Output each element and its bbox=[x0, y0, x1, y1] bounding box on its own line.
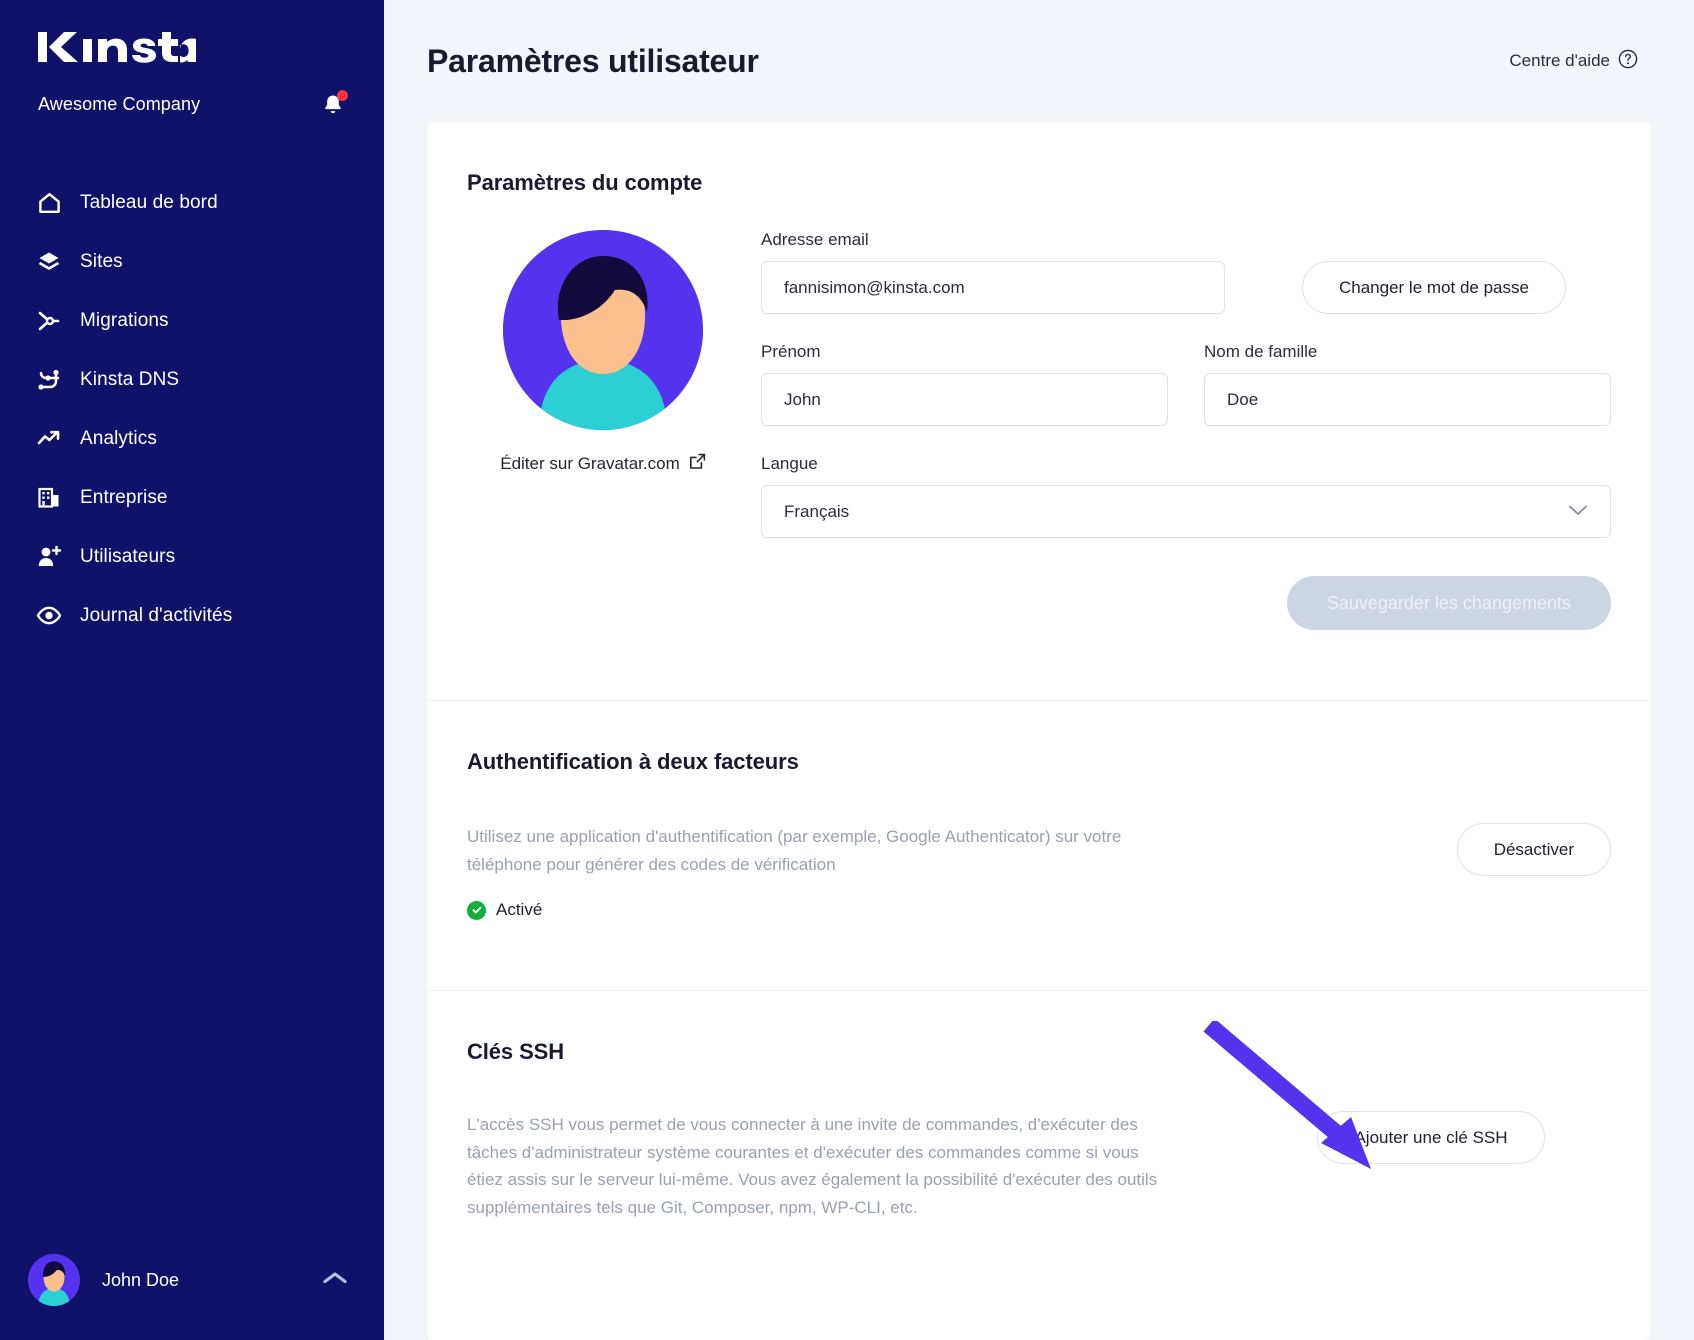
avatar bbox=[28, 1254, 80, 1306]
user-plus-icon bbox=[32, 545, 66, 568]
trend-up-icon bbox=[32, 429, 66, 449]
two-factor-status: Activé bbox=[467, 900, 1167, 920]
lastname-input[interactable]: Doe bbox=[1204, 373, 1611, 426]
sidebar: Awesome Company Tableau de bord Sites Mi… bbox=[0, 0, 384, 1340]
app-root: Awesome Company Tableau de bord Sites Mi… bbox=[0, 0, 1694, 1340]
sidebar-item-journal-activites[interactable]: Journal d'activités bbox=[0, 586, 384, 645]
notifications-button[interactable] bbox=[320, 90, 348, 117]
language-field-group: Langue Français bbox=[761, 454, 1611, 538]
ssh-keys-description: L'accès SSH vous permet de vous connecte… bbox=[467, 1115, 1158, 1217]
ssh-keys-title: Clés SSH bbox=[467, 1039, 565, 1065]
external-link-icon bbox=[689, 453, 706, 475]
ssh-keys-body: L'accès SSH vous permet de vous connecte… bbox=[467, 1021, 1611, 1221]
sidebar-item-migrations[interactable]: Migrations bbox=[0, 291, 384, 350]
language-select[interactable]: Français bbox=[761, 485, 1611, 538]
account-settings-section: Paramètres du compte Éditer sur Gravatar… bbox=[427, 122, 1651, 690]
email-row: Adresse email fannisimon@kinsta.com Chan… bbox=[761, 230, 1611, 314]
sidebar-item-label: Entreprise bbox=[80, 486, 168, 508]
page-title: Paramètres utilisateur bbox=[427, 42, 759, 79]
email-field-group: Adresse email fannisimon@kinsta.com bbox=[761, 230, 1225, 314]
question-circle-icon bbox=[1618, 49, 1638, 74]
firstname-label: Prénom bbox=[761, 342, 821, 361]
sidebar-user-menu[interactable]: John Doe bbox=[0, 1220, 384, 1340]
home-icon bbox=[32, 192, 66, 214]
chevron-down-icon bbox=[1568, 502, 1588, 522]
check-circle-icon bbox=[467, 900, 486, 920]
firstname-field-group: Prénom John bbox=[761, 342, 1168, 426]
add-ssh-key-button[interactable]: Ajouter une clé SSH bbox=[1317, 1111, 1545, 1165]
two-factor-section: Authentification à deux facteurs Utilise… bbox=[427, 700, 1651, 980]
profile-avatar bbox=[503, 230, 703, 430]
sidebar-item-sites[interactable]: Sites bbox=[0, 232, 384, 291]
sidebar-item-dashboard[interactable]: Tableau de bord bbox=[0, 173, 384, 232]
edit-gravatar-label: Éditer sur Gravatar.com bbox=[500, 454, 680, 473]
sidebar-item-label: Tableau de bord bbox=[80, 191, 218, 213]
firstname-input[interactable]: John bbox=[761, 373, 1168, 426]
help-center-link[interactable]: Centre d'aide bbox=[1509, 49, 1638, 74]
lastname-label: Nom de famille bbox=[1204, 342, 1318, 361]
help-center-label: Centre d'aide bbox=[1509, 51, 1610, 70]
account-settings-title: Paramètres du compte bbox=[467, 170, 703, 195]
kinsta-logo-icon bbox=[38, 32, 196, 63]
chevron-up-icon[interactable] bbox=[322, 1270, 348, 1291]
brand-logo[interactable] bbox=[0, 0, 384, 69]
layers-icon bbox=[32, 250, 66, 274]
merge-icon bbox=[32, 310, 66, 332]
settings-card: Paramètres du compte Éditer sur Gravatar… bbox=[427, 122, 1651, 1340]
dns-nodes-icon bbox=[32, 368, 66, 392]
sidebar-item-label: Journal d'activités bbox=[80, 604, 233, 626]
sidebar-item-label: Analytics bbox=[80, 427, 157, 449]
sidebar-item-label: Utilisateurs bbox=[80, 545, 176, 567]
language-selected-value: Français bbox=[784, 501, 850, 521]
two-factor-title: Authentification à deux facteurs bbox=[467, 749, 799, 774]
two-factor-status-label: Activé bbox=[496, 900, 543, 920]
account-settings-body: Éditer sur Gravatar.com Adresse email fa… bbox=[467, 196, 1611, 690]
edit-gravatar-link[interactable]: Éditer sur Gravatar.com bbox=[500, 453, 706, 475]
account-fields-column: Adresse email fannisimon@kinsta.com Chan… bbox=[739, 230, 1611, 690]
two-factor-body: Utilisez une application d'authentificat… bbox=[467, 775, 1611, 980]
ssh-keys-section: Clés SSH L'accès SSH vous permet de vous… bbox=[427, 990, 1651, 1221]
sidebar-item-label: Migrations bbox=[80, 309, 169, 331]
save-changes-button[interactable]: Sauvegarder les changements bbox=[1286, 576, 1611, 630]
sidebar-nav: Tableau de bord Sites Migrations Kinsta … bbox=[0, 173, 384, 645]
disable-two-factor-button[interactable]: Désactiver bbox=[1456, 823, 1611, 876]
lastname-field-group: Nom de famille Doe bbox=[1204, 342, 1611, 426]
two-factor-description: Utilisez une application d'authentificat… bbox=[467, 827, 1122, 874]
company-row: Awesome Company bbox=[0, 69, 384, 117]
ssh-action-column: Ajouter une clé SSH bbox=[1203, 1021, 1611, 1170]
building-icon bbox=[32, 486, 66, 509]
avatar-column: Éditer sur Gravatar.com bbox=[467, 230, 739, 690]
company-name: Awesome Company bbox=[38, 93, 201, 114]
sidebar-item-kinsta-dns[interactable]: Kinsta DNS bbox=[0, 350, 384, 409]
sidebar-item-label: Sites bbox=[80, 250, 123, 272]
name-row: Prénom John Nom de famille Doe bbox=[761, 342, 1611, 426]
main-content: Paramètres utilisateur Centre d'aide Par… bbox=[384, 0, 1694, 1340]
sidebar-item-label: Kinsta DNS bbox=[80, 368, 180, 390]
email-input[interactable]: fannisimon@kinsta.com bbox=[761, 261, 1225, 314]
language-label: Langue bbox=[761, 454, 818, 473]
change-password-wrapper: Changer le mot de passe bbox=[1302, 261, 1566, 314]
email-label: Adresse email bbox=[761, 230, 869, 249]
change-password-button[interactable]: Changer le mot de passe bbox=[1302, 261, 1566, 314]
page-header: Paramètres utilisateur Centre d'aide bbox=[384, 0, 1694, 122]
sidebar-item-analytics[interactable]: Analytics bbox=[0, 409, 384, 468]
sidebar-user-name: John Doe bbox=[102, 1269, 180, 1290]
sidebar-item-entreprise[interactable]: Entreprise bbox=[0, 468, 384, 527]
save-row: Sauvegarder les changements bbox=[761, 576, 1611, 690]
notification-badge-dot bbox=[337, 90, 348, 101]
eye-icon bbox=[32, 606, 66, 625]
sidebar-item-utilisateurs[interactable]: Utilisateurs bbox=[0, 527, 384, 586]
two-factor-info: Utilisez une application d'authentificat… bbox=[467, 823, 1167, 920]
